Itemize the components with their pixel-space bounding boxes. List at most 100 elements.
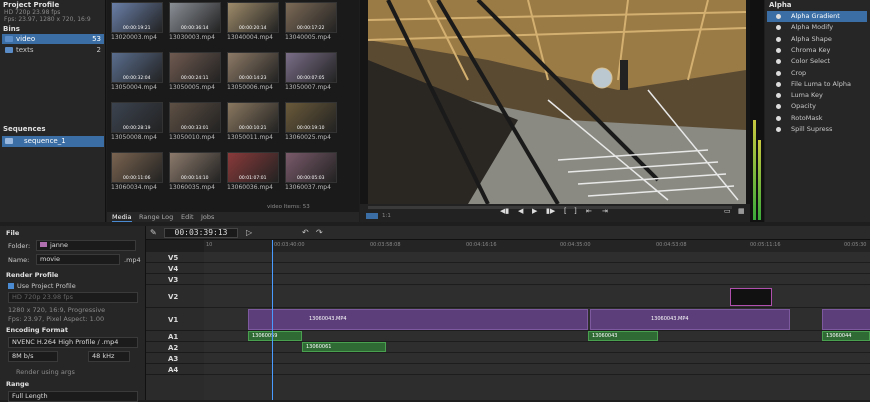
- effect-item[interactable]: RotoMask: [767, 113, 867, 124]
- viewer-settings-icon[interactable]: ▦: [738, 207, 745, 215]
- media-thumbnail[interactable]: 00:00:05:03 13060037.mp4: [285, 152, 337, 192]
- select-tool-icon[interactable]: ▷: [246, 228, 252, 237]
- redo-icon[interactable]: ↷: [316, 228, 323, 237]
- timeline-ruler[interactable]: 10 00:03:40:00 00:03:58:08 00:04:16:16 00:04…: [204, 240, 870, 252]
- effect-item[interactable]: Chroma Key: [767, 45, 867, 56]
- use-project-checkbox[interactable]: Use Project Profile: [8, 282, 76, 290]
- effect-label: Luma Key: [791, 91, 823, 100]
- audio-clip[interactable]: 13060061: [302, 342, 386, 352]
- timeline-tracks[interactable]: 13060043.MP4 13060043.MP4 13060044 13060059…: [204, 252, 870, 400]
- zoom-icon[interactable]: [366, 213, 378, 219]
- media-thumbnail[interactable]: 00:00:33:01 13050010.mp4: [169, 102, 221, 142]
- media-thumbnail[interactable]: 00:00:11:06 13060034.mp4: [111, 152, 163, 192]
- sequence-item[interactable]: sequence_1: [2, 136, 104, 147]
- title-clip[interactable]: [730, 288, 772, 306]
- tab-jobs[interactable]: Jobs: [201, 213, 214, 221]
- media-thumbnail[interactable]: 00:00:28:19 13050008.mp4: [111, 102, 163, 142]
- clip-name: 13030003.mp4: [169, 34, 215, 41]
- audio-clip[interactable]: 13060043: [588, 331, 658, 341]
- track-header-v3[interactable]: V3: [146, 274, 204, 285]
- folder-icon: [5, 47, 13, 53]
- media-thumbnail[interactable]: 00:00:14:23 13050006.mp4: [227, 52, 279, 92]
- track-header-v5[interactable]: V5: [146, 252, 204, 263]
- effect-item[interactable]: Crop: [767, 68, 867, 79]
- media-thumbnail[interactable]: 00:00:17:22 13040005.mp4: [285, 2, 337, 42]
- media-thumbnail[interactable]: 00:00:24:11 13050005.mp4: [169, 52, 221, 92]
- ruler-tick: 00:04:16:16: [466, 242, 497, 248]
- clip-label: 13060043: [592, 333, 618, 339]
- mark-out-icon[interactable]: ]: [574, 207, 577, 215]
- forward-icon[interactable]: ▮▶: [546, 207, 555, 215]
- mark-in-icon[interactable]: [: [564, 207, 567, 215]
- folder-select[interactable]: janne: [36, 240, 136, 251]
- audio-clip[interactable]: 13060044: [822, 331, 870, 341]
- undo-icon[interactable]: ↶: [302, 228, 309, 237]
- effect-item[interactable]: Opacity: [767, 101, 867, 112]
- video-frame[interactable]: [368, 0, 746, 204]
- tab-media[interactable]: Media: [112, 213, 132, 222]
- media-thumbnail[interactable]: 00:00:20:14 13040004.mp4: [227, 2, 279, 42]
- play-icon[interactable]: ▶: [532, 207, 537, 215]
- effects-panel: Alpha Alpha Gradient Alpha Modify Alpha Sh…: [765, 0, 870, 222]
- prev-frame-icon[interactable]: ◀▮: [500, 207, 509, 215]
- bitrate-select[interactable]: 8M b/s: [8, 351, 58, 362]
- track-lane[interactable]: [204, 353, 870, 364]
- range-select[interactable]: Full Length: [8, 391, 138, 402]
- track-lane[interactable]: [204, 263, 870, 274]
- sequence-icon: [5, 138, 13, 144]
- media-thumbnail[interactable]: 00:00:19:10 13060025.mp4: [285, 102, 337, 142]
- audio-clip[interactable]: 13060059: [248, 331, 302, 341]
- samplerate-select[interactable]: 48 kHz: [88, 351, 130, 362]
- effect-item[interactable]: File Luma to Alpha: [767, 79, 867, 90]
- goto-in-icon[interactable]: ⇤: [586, 207, 592, 215]
- track-header-v1[interactable]: V1: [146, 308, 204, 331]
- track-lane[interactable]: [204, 364, 870, 375]
- track-name: A2: [168, 343, 179, 352]
- effect-item[interactable]: Spill Supress: [767, 124, 867, 135]
- viewer-scale[interactable]: 1:1: [382, 213, 391, 219]
- rewind-icon[interactable]: ◀: [518, 207, 523, 215]
- bin-item-video[interactable]: video 53: [2, 34, 104, 44]
- video-clip[interactable]: 13060044: [822, 309, 870, 330]
- effect-item[interactable]: Alpha Gradient: [767, 11, 867, 22]
- effect-item[interactable]: Alpha Shape: [767, 34, 867, 45]
- tab-range-log[interactable]: Range Log: [139, 213, 173, 221]
- tab-edit[interactable]: Edit: [181, 213, 194, 221]
- track-lane[interactable]: [204, 274, 870, 285]
- track-header-a1[interactable]: A1: [146, 331, 204, 342]
- playhead[interactable]: [272, 240, 273, 400]
- track-lane[interactable]: [204, 252, 870, 263]
- video-clip[interactable]: 13060043.MP4: [248, 309, 588, 330]
- clip-label: 13060061: [306, 344, 332, 350]
- track-lane[interactable]: [204, 331, 870, 342]
- media-thumbnail[interactable]: 00:00:14:10 13060035.mp4: [169, 152, 221, 192]
- effect-item[interactable]: Color Select: [767, 56, 867, 67]
- file-title: File: [6, 229, 20, 237]
- media-thumbnail[interactable]: 00:00:19:21 13020003.mp4: [111, 2, 163, 42]
- video-clip[interactable]: 13060043.MP4: [590, 309, 790, 330]
- timecode-display[interactable]: 00:03:39:13: [164, 228, 238, 238]
- track-header-a3[interactable]: A3: [146, 353, 204, 364]
- goto-out-icon[interactable]: ⇥: [602, 207, 608, 215]
- bin-item-texts[interactable]: texts 2: [2, 45, 104, 55]
- effect-item[interactable]: Alpha Modify: [767, 22, 867, 33]
- profile-select[interactable]: HD 720p 23.98 fps: [8, 292, 138, 303]
- track-name: V5: [168, 253, 179, 262]
- ruler-tick: 00:03:40:00: [274, 242, 305, 248]
- fullscreen-icon[interactable]: ▭: [724, 207, 731, 215]
- track-header-a2[interactable]: A2: [146, 342, 204, 353]
- profile-info-2: Fps: 23.97, Pixel Aspect: 1.00: [8, 315, 105, 323]
- media-thumbnail[interactable]: 00:00:36:14 13030003.mp4: [169, 2, 221, 42]
- encoder-select[interactable]: NVENC H.264 High Profile / .mp4: [8, 337, 138, 348]
- effect-item[interactable]: Luma Key: [767, 90, 867, 101]
- media-thumbnail[interactable]: 00:00:32:04 13050004.mp4: [111, 52, 163, 92]
- media-thumbnail[interactable]: 00:00:10:21 13050011.mp4: [227, 102, 279, 142]
- razor-icon[interactable]: ✎: [150, 228, 157, 237]
- media-thumbnail[interactable]: 00:00:07:05 13050007.mp4: [285, 52, 337, 92]
- track-header-v2[interactable]: V2: [146, 286, 204, 308]
- name-input[interactable]: movie: [36, 254, 120, 265]
- track-header-a4[interactable]: A4: [146, 364, 204, 375]
- track-header-v4[interactable]: V4: [146, 263, 204, 274]
- render-args-toggle[interactable]: Render using args: [16, 368, 75, 376]
- media-thumbnail[interactable]: 00:01:07:01 13060036.mp4: [227, 152, 279, 192]
